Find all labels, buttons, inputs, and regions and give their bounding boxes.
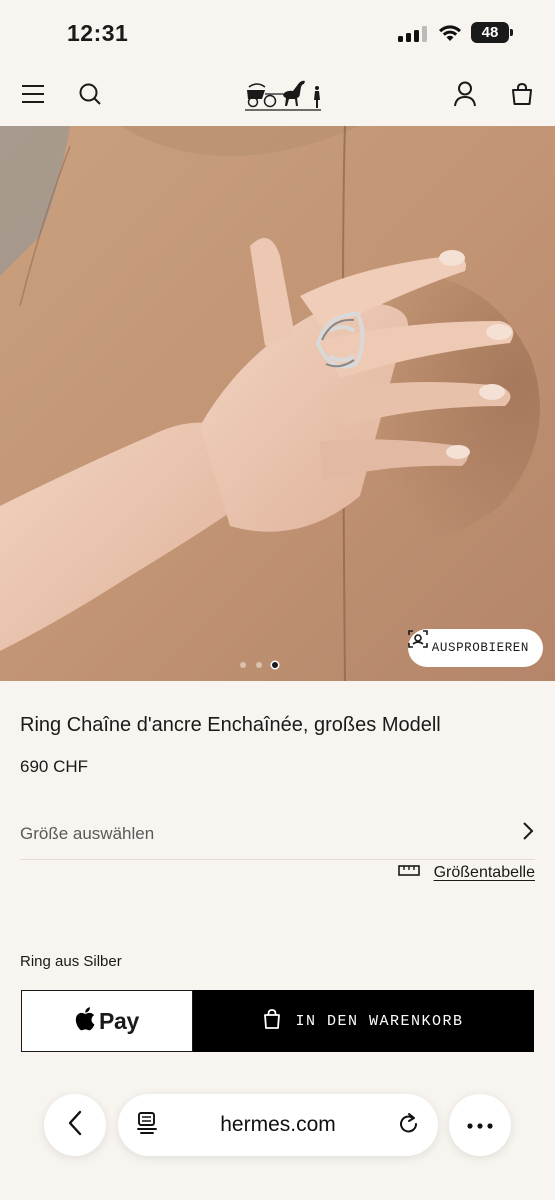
cellular-signal-icon	[398, 26, 428, 42]
carousel-dot-active[interactable]	[272, 662, 278, 668]
battery-level: 48	[481, 24, 499, 41]
size-chart-label: Größentabelle	[433, 864, 535, 881]
chevron-left-icon	[67, 1110, 83, 1141]
ruler-icon	[397, 864, 420, 882]
size-select[interactable]: Größe auswählen	[20, 808, 535, 860]
apple-pay-label: Pay	[98, 1007, 140, 1034]
product-image-carousel[interactable]: AUSPROBIEREN	[0, 126, 555, 681]
address-bar[interactable]: hermes.com	[118, 1094, 438, 1156]
try-on-button[interactable]: AUSPROBIEREN	[407, 629, 543, 667]
apple-pay-button[interactable]: Pay	[21, 990, 193, 1052]
reader-mode-icon[interactable]	[136, 1111, 158, 1140]
carousel-dot[interactable]	[240, 662, 246, 668]
user-icon[interactable]	[449, 78, 481, 110]
search-icon[interactable]	[74, 78, 106, 110]
try-on-label: AUSPROBIEREN	[431, 641, 529, 655]
product-material: Ring aus Silber	[20, 953, 122, 970]
chevron-right-icon	[521, 821, 535, 846]
add-to-cart-button[interactable]: IN DEN WARENKORB	[193, 990, 534, 1052]
back-button[interactable]	[44, 1094, 106, 1156]
product-title: Ring Chaîne d'ancre Enchaînée, großes Mo…	[20, 714, 441, 736]
site-header	[0, 64, 555, 126]
hamburger-icon[interactable]	[17, 78, 49, 110]
reload-icon[interactable]	[398, 1111, 420, 1140]
status-bar: 12:31 48	[0, 0, 555, 64]
hermes-carriage-logo[interactable]	[243, 70, 323, 116]
battery-icon: 48	[471, 22, 513, 43]
more-options-button[interactable]	[449, 1094, 511, 1156]
ellipsis-icon	[467, 1116, 493, 1134]
carousel-dot[interactable]	[256, 662, 262, 668]
status-time: 12:31	[67, 20, 129, 46]
shopping-bag-icon	[263, 1008, 281, 1034]
apple-logo-icon	[75, 1006, 95, 1036]
size-select-label: Größe auswählen	[20, 823, 155, 843]
product-photo	[0, 126, 555, 681]
browser-toolbar: hermes.com	[0, 1080, 555, 1200]
size-chart-link[interactable]: Größentabelle	[397, 864, 535, 882]
add-to-cart-label: IN DEN WARENKORB	[295, 1012, 464, 1030]
product-price: 690 CHF	[20, 757, 89, 776]
carousel-indicator	[240, 662, 278, 668]
address-url: hermes.com	[220, 1113, 336, 1136]
shopping-bag-icon[interactable]	[506, 78, 538, 110]
wifi-icon	[438, 24, 462, 42]
